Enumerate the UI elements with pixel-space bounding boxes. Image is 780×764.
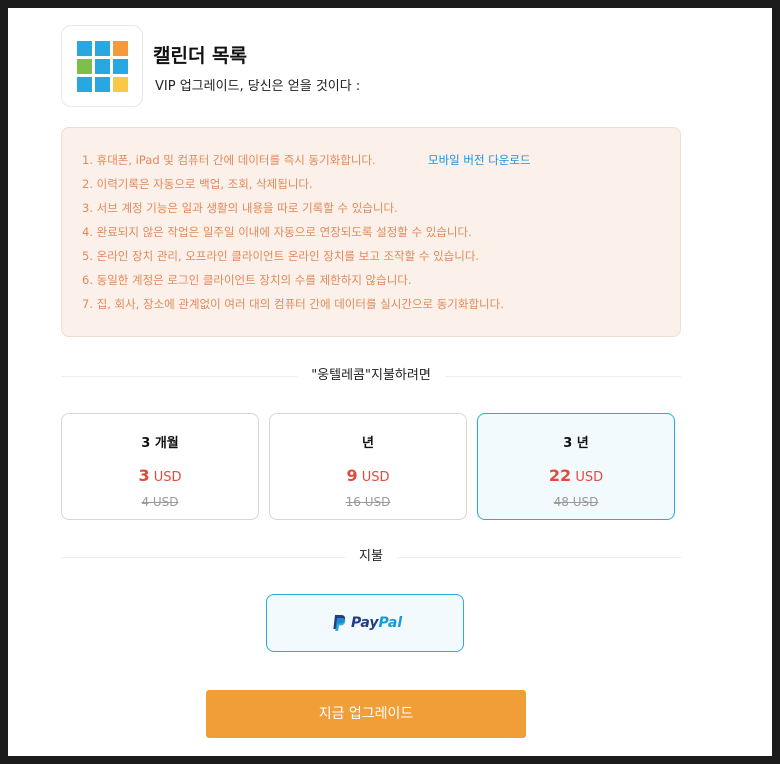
payment-section-divider: 지불 <box>61 547 681 567</box>
paypal-word-pal: Pal <box>378 615 403 631</box>
price-currency: USD <box>575 470 604 485</box>
plan-section-label: "웅텔레콤"지불하려면 <box>297 366 445 386</box>
icon-tile <box>113 41 128 56</box>
upgrade-now-button[interactable]: 지금 업그레이드 <box>206 690 526 738</box>
plan-3-months[interactable]: 3 개월 3 USD 4 USD <box>61 413 259 520</box>
icon-tile <box>95 77 110 92</box>
price-currency: USD <box>153 470 182 485</box>
paypal-wordmark: PayPal <box>351 615 402 631</box>
icon-tile <box>95 59 110 74</box>
plan-section-divider: "웅텔레콤"지불하려면 <box>61 366 681 386</box>
icon-tile <box>77 59 92 74</box>
app-title: 캘린더 목록 <box>153 45 248 67</box>
paypal-word-pay: Pay <box>351 615 379 631</box>
plan-original-price: 4 USD <box>141 495 179 509</box>
plan-price: 9 USD <box>270 466 466 485</box>
icon-tile <box>95 41 110 56</box>
icon-tile-grid <box>77 41 128 92</box>
plan-1-year[interactable]: 년 9 USD 16 USD <box>269 413 467 520</box>
feature-item: 2. 이력기록은 자동으로 백업, 조회, 삭제됩니다. <box>82 177 313 191</box>
price-value: 22 <box>548 466 572 485</box>
plan-price: 3 USD <box>62 466 258 485</box>
price-value: 3 <box>138 466 150 485</box>
paypal-logo: PayPal <box>331 614 402 632</box>
upgrade-window: 캘린더 목록 VIP 업그레이드, 당신은 얻을 것이다 : 1. 휴대폰, i… <box>8 8 772 756</box>
header: 캘린더 목록 VIP 업그레이드, 당신은 얻을 것이다 : <box>61 25 681 107</box>
plan-original-price: 48 USD <box>553 495 599 509</box>
feature-item: 6. 동일한 계정은 로그인 클라이언트 장치의 수를 제한하지 않습니다. <box>82 273 412 287</box>
feature-list: 1. 휴대폰, iPad 및 컴퓨터 간에 데이터를 즉시 동기화합니다. 2.… <box>82 152 504 320</box>
feature-list-panel: 1. 휴대폰, iPad 및 컴퓨터 간에 데이터를 즉시 동기화합니다. 2.… <box>61 127 681 337</box>
plan-price: 22 USD <box>478 466 674 485</box>
icon-tile <box>113 59 128 74</box>
plan-name: 년 <box>362 436 374 451</box>
calendar-grid-icon <box>61 25 143 107</box>
icon-tile <box>77 41 92 56</box>
feature-item: 4. 완료되지 않은 작업은 일주일 이내에 자동으로 연장되도록 설정할 수 … <box>82 225 472 239</box>
icon-tile <box>113 77 128 92</box>
plan-3-years[interactable]: 3 년 22 USD 48 USD <box>477 413 675 520</box>
price-currency: USD <box>361 470 390 485</box>
paypal-logo-icon <box>333 615 346 631</box>
mobile-download-link[interactable]: 모바일 버전 다운로드 <box>428 152 531 168</box>
paypal-option[interactable]: PayPal <box>266 594 464 652</box>
upgrade-subtitle: VIP 업그레이드, 당신은 얻을 것이다 : <box>155 79 361 94</box>
plan-name: 3 개월 <box>141 436 179 451</box>
feature-item: 3. 서브 계정 기능은 일과 생활의 내용을 따로 기록할 수 있습니다. <box>82 201 398 215</box>
feature-item: 5. 온라인 장치 관리, 오프라인 클라이언트 온라인 장치를 보고 조작할 … <box>82 249 480 263</box>
plan-name: 3 년 <box>563 436 589 451</box>
plan-options: 3 개월 3 USD 4 USD 년 9 USD 16 USD 3 년 22 U… <box>61 413 681 521</box>
icon-tile <box>77 77 92 92</box>
feature-item: 7. 집, 회사, 장소에 관계없이 여러 대의 컴퓨터 간에 데이터를 실시간… <box>82 297 504 311</box>
payment-section-label: 지불 <box>345 547 397 567</box>
plan-original-price: 16 USD <box>345 495 391 509</box>
price-value: 9 <box>346 466 358 485</box>
